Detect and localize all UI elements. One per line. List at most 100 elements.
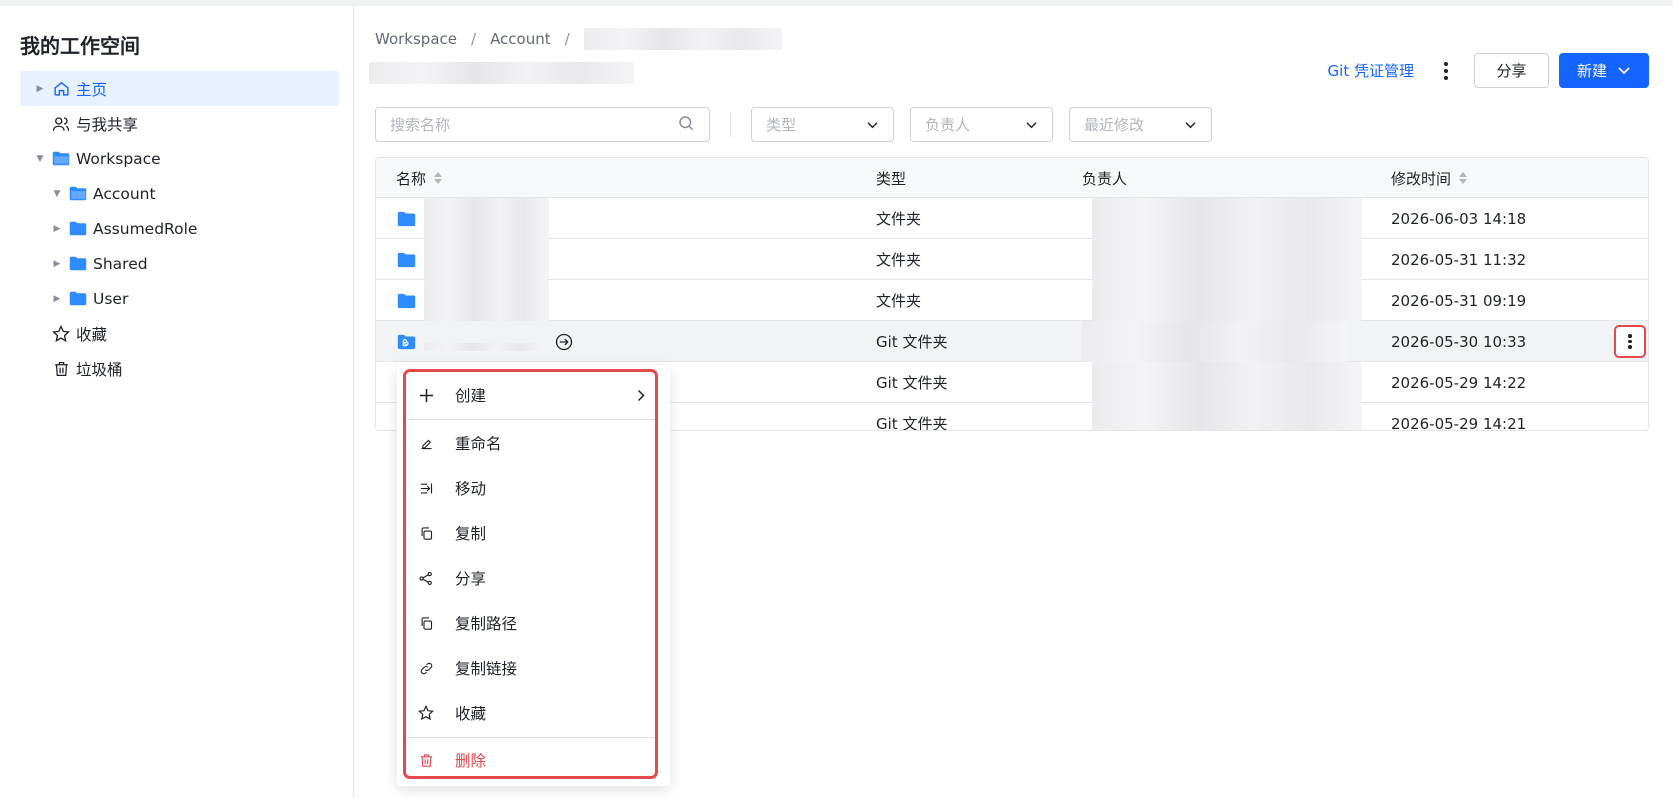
table-row[interactable]: 文件夹 2026-05-31 09:19 [376, 280, 1648, 321]
menu-item-label: 重命名 [455, 435, 502, 453]
menu-item-copy[interactable]: 复制 [417, 518, 647, 548]
row-name-redacted[interactable] [424, 198, 549, 239]
search-icon [677, 114, 695, 136]
sidebar-title: 我的工作空间 [20, 34, 140, 58]
row-more-actions-button[interactable] [1614, 325, 1646, 358]
row-name-redacted[interactable] [424, 321, 544, 362]
more-vertical-icon[interactable] [1436, 56, 1456, 86]
modified-filter-select[interactable]: 最近修改 [1069, 107, 1212, 142]
sidebar-item-shared[interactable]: ▶ Shared [20, 246, 339, 281]
sidebar-item-label: Workspace [76, 149, 161, 168]
copy-icon [417, 614, 435, 632]
menu-item-copy-link[interactable]: 复制链接 [417, 653, 647, 683]
menu-item-label: 移动 [455, 480, 487, 498]
chevron-down-icon [866, 116, 879, 134]
row-modified: 2026-05-29 14:22 [1391, 373, 1527, 392]
context-menu: 创建 重命名 移动 复制 分享 复制路径 复制链接 收藏 删除 [397, 365, 670, 786]
modified-filter-label: 最近修改 [1084, 116, 1145, 134]
caret-right-icon[interactable]: ▶ [34, 83, 46, 95]
open-link-icon[interactable] [554, 321, 574, 362]
menu-item-share[interactable]: 分享 [417, 563, 647, 593]
table-row[interactable]: 文件夹 2026-06-03 14:18 [376, 198, 1648, 239]
menu-item-move[interactable]: 移动 [417, 473, 647, 503]
caret-down-icon[interactable]: ▼ [51, 188, 63, 200]
menu-item-delete[interactable]: 删除 [417, 745, 647, 775]
share-button[interactable]: 分享 [1474, 53, 1549, 88]
sidebar-item-assumedrole[interactable]: ▶ AssumedRole [20, 211, 339, 246]
menu-item-create[interactable]: 创建 [417, 380, 647, 410]
row-modified: 2026-06-03 14:18 [1391, 209, 1527, 228]
row-type: Git 文件夹 [876, 333, 948, 351]
breadcrumb-workspace[interactable]: Workspace [375, 30, 457, 48]
sidebar-item-label: 主页 [76, 80, 108, 99]
type-filter-label: 类型 [766, 116, 797, 134]
sort-icon[interactable] [1459, 172, 1468, 184]
breadcrumb-account[interactable]: Account [490, 30, 551, 48]
plus-icon [417, 386, 435, 404]
row-type: 文件夹 [876, 210, 922, 228]
menu-item-label: 复制 [455, 525, 487, 543]
caret-down-icon[interactable]: ▼ [34, 153, 46, 165]
column-type: 类型 [876, 169, 907, 188]
new-button-label: 新建 [1576, 62, 1607, 80]
menu-item-favorite[interactable]: 收藏 [417, 698, 647, 728]
sidebar-item-home[interactable]: ▶ 主页 [20, 71, 339, 106]
folder-icon [397, 280, 416, 321]
menu-item-label: 分享 [455, 570, 487, 588]
table-row[interactable]: 文件夹 2026-05-31 11:32 [376, 239, 1648, 280]
row-modified: 2026-05-29 14:21 [1391, 414, 1527, 431]
sidebar-item-account[interactable]: ▼ Account [20, 176, 339, 211]
row-modified: 2026-05-31 09:19 [1391, 291, 1527, 310]
git-credentials-link[interactable]: Git 凭证管理 [1328, 60, 1414, 81]
folder-icon [69, 255, 87, 273]
link-icon [417, 659, 435, 677]
caret-right-icon[interactable]: ▶ [51, 223, 63, 235]
breadcrumb-redacted [583, 28, 782, 50]
chevron-right-icon [637, 388, 645, 406]
row-name-redacted[interactable] [424, 280, 549, 321]
sidebar-item-label: Account [93, 184, 156, 203]
row-type: Git 文件夹 [876, 415, 948, 431]
row-owner-redacted [1092, 280, 1362, 321]
sidebar-item-user[interactable]: ▶ User [20, 281, 339, 316]
search-input[interactable]: 搜索名称 [375, 107, 710, 142]
page-title-redacted [369, 62, 634, 84]
sidebar-item-label: Shared [93, 254, 148, 273]
owner-filter-select[interactable]: 负责人 [910, 107, 1053, 142]
row-name-redacted[interactable] [424, 239, 549, 280]
type-filter-select[interactable]: 类型 [751, 107, 894, 142]
column-modified[interactable]: 修改时间 [1391, 158, 1468, 198]
chevron-down-icon [1025, 116, 1038, 134]
menu-item-label: 收藏 [455, 705, 487, 723]
menu-item-label: 删除 [455, 752, 487, 770]
table-row[interactable]: Git 文件夹 2026-05-30 10:33 [376, 321, 1648, 362]
breadcrumb-separator: / [564, 30, 570, 48]
caret-right-icon[interactable]: ▶ [51, 258, 63, 270]
column-name[interactable]: 名称 [396, 158, 443, 198]
star-icon [417, 704, 435, 722]
breadcrumb-separator: / [471, 30, 477, 48]
sidebar-item-workspace[interactable]: ▼ Workspace [20, 141, 339, 176]
menu-item-rename[interactable]: 重命名 [417, 428, 647, 458]
folder-open-icon [69, 185, 87, 203]
row-type: Git 文件夹 [876, 374, 948, 392]
trash-icon [52, 360, 70, 378]
menu-item-copy-path[interactable]: 复制路径 [417, 608, 647, 638]
sidebar-item-favorites[interactable]: 收藏 [20, 316, 339, 351]
app-window: 我的工作空间 ▶ 主页 与我共享 ▼ Workspace ▼ Account ▶… [0, 6, 1673, 798]
caret-right-icon[interactable]: ▶ [51, 293, 63, 305]
column-owner: 负责人 [1082, 169, 1128, 188]
row-type: 文件夹 [876, 251, 922, 269]
menu-item-label: 复制链接 [455, 660, 518, 678]
folder-icon [69, 220, 87, 238]
chevron-down-icon [1184, 116, 1197, 134]
sidebar-item-shared-with-me[interactable]: 与我共享 [20, 106, 339, 141]
sidebar-item-trash[interactable]: 垃圾桶 [20, 351, 339, 386]
row-owner-redacted [1092, 362, 1362, 403]
table-header: 名称 类型 负责人 修改时间 [376, 158, 1648, 198]
row-modified: 2026-05-30 10:33 [1391, 332, 1527, 351]
new-button[interactable]: 新建 [1559, 53, 1649, 88]
copy-icon [417, 524, 435, 542]
sort-icon[interactable] [434, 172, 443, 184]
sidebar-item-label: 与我共享 [76, 115, 139, 134]
